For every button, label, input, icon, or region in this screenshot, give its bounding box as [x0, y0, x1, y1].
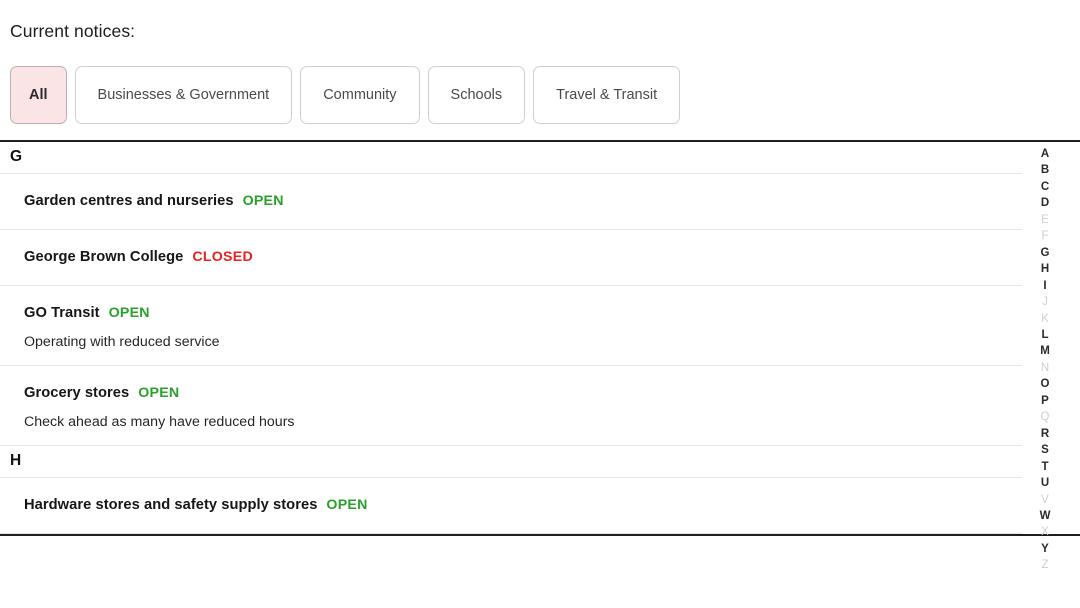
- alpha-index-letter-h[interactable]: H: [1032, 261, 1058, 277]
- notice-headline: Hardware stores and safety supply stores…: [24, 496, 1022, 515]
- alpha-index-letter-b[interactable]: B: [1032, 162, 1058, 178]
- notice-name: George Brown College: [24, 249, 184, 265]
- alpha-index-letter-g[interactable]: G: [1032, 245, 1058, 261]
- notice-headline: George Brown College CLOSED: [24, 248, 1022, 267]
- notice-name: GO Transit: [24, 305, 100, 321]
- page-title: Current notices:: [10, 21, 136, 41]
- filter-button-travel-transit[interactable]: Travel & Transit: [533, 66, 681, 124]
- alpha-index-letter-e: E: [1041, 213, 1049, 226]
- alpha-index-letter-c[interactable]: C: [1032, 179, 1058, 195]
- alpha-index-letter-j: J: [1042, 296, 1048, 309]
- status-badge: CLOSED: [192, 249, 253, 265]
- notice-name: Hardware stores and safety supply stores: [24, 497, 318, 513]
- alpha-index-letter-n: N: [1040, 361, 1050, 374]
- notices-page: Current notices: All Businesses & Governm…: [0, 0, 1080, 608]
- notice-row: Garden centres and nurseries OPEN: [0, 174, 1022, 230]
- alpha-index-letter-m[interactable]: M: [1032, 343, 1058, 359]
- section-heading-g: G: [0, 142, 1022, 174]
- alpha-index-letter-w[interactable]: W: [1032, 508, 1058, 524]
- alpha-index-letter-a[interactable]: A: [1032, 146, 1058, 162]
- alpha-index-letter-t[interactable]: T: [1032, 459, 1058, 475]
- category-filter-bar: All Businesses & Government Community Schoo…: [10, 66, 681, 124]
- alpha-index-letter-v: V: [1041, 493, 1049, 506]
- notice-headline: Garden centres and nurseries OPEN: [24, 192, 1022, 211]
- alpha-index-letter-k: K: [1041, 312, 1049, 325]
- status-badge: OPEN: [108, 305, 150, 321]
- status-badge: OPEN: [242, 193, 284, 209]
- notice-note: Operating with reduced service: [24, 334, 220, 350]
- alpha-index-letter-o[interactable]: O: [1032, 376, 1058, 392]
- alpha-index-letter-x: X: [1041, 526, 1049, 539]
- alpha-index-letter-r[interactable]: R: [1032, 426, 1058, 442]
- alpha-index-letter-u[interactable]: U: [1032, 475, 1058, 491]
- alpha-index-letter-f: F: [1041, 230, 1049, 243]
- notice-name: Grocery stores: [24, 385, 130, 401]
- notice-row: Hardware stores and safety supply stores…: [0, 478, 1022, 534]
- filter-button-schools[interactable]: Schools: [427, 66, 526, 124]
- notice-row: Grocery stores OPEN Check ahead as many ha…: [0, 366, 1022, 446]
- notice-name: Garden centres and nurseries: [24, 193, 234, 209]
- status-badge: OPEN: [138, 385, 180, 401]
- alpha-index-letter-i[interactable]: I: [1032, 278, 1058, 294]
- notices-region: G Garden centres and nurseries OPEN George …: [0, 140, 1080, 536]
- alpha-index-letter-q: Q: [1040, 411, 1050, 424]
- alpha-index-letter-z: Z: [1041, 559, 1049, 572]
- alpha-index-letter-d[interactable]: D: [1032, 195, 1058, 211]
- section-heading-h: H: [0, 446, 1022, 478]
- notice-headline: GO Transit OPEN: [24, 304, 1022, 323]
- alpha-index-letter-s[interactable]: S: [1032, 442, 1058, 458]
- alpha-index-letter-y[interactable]: Y: [1032, 541, 1058, 557]
- notice-row: GO Transit OPEN Operating with reduced ser…: [0, 286, 1022, 366]
- notice-row: George Brown College CLOSED: [0, 230, 1022, 286]
- filter-button-all[interactable]: All: [10, 66, 67, 124]
- list-bottom-rule: [0, 534, 1080, 536]
- status-badge: OPEN: [326, 497, 368, 513]
- filter-button-businesses-government[interactable]: Businesses & Government: [74, 66, 293, 124]
- filter-button-community[interactable]: Community: [300, 66, 420, 124]
- notice-headline: Grocery stores OPEN: [24, 384, 1022, 403]
- alpha-index-letter-l[interactable]: L: [1032, 327, 1058, 343]
- notices-list: G Garden centres and nurseries OPEN George …: [0, 142, 1022, 534]
- alpha-index-letter-p[interactable]: P: [1032, 393, 1058, 409]
- alphabet-index[interactable]: ABCDEFGHIJKLMNOPQRSTUVWXYZ: [1032, 146, 1058, 574]
- notice-note: Check ahead as many have reduced hours: [24, 414, 295, 430]
